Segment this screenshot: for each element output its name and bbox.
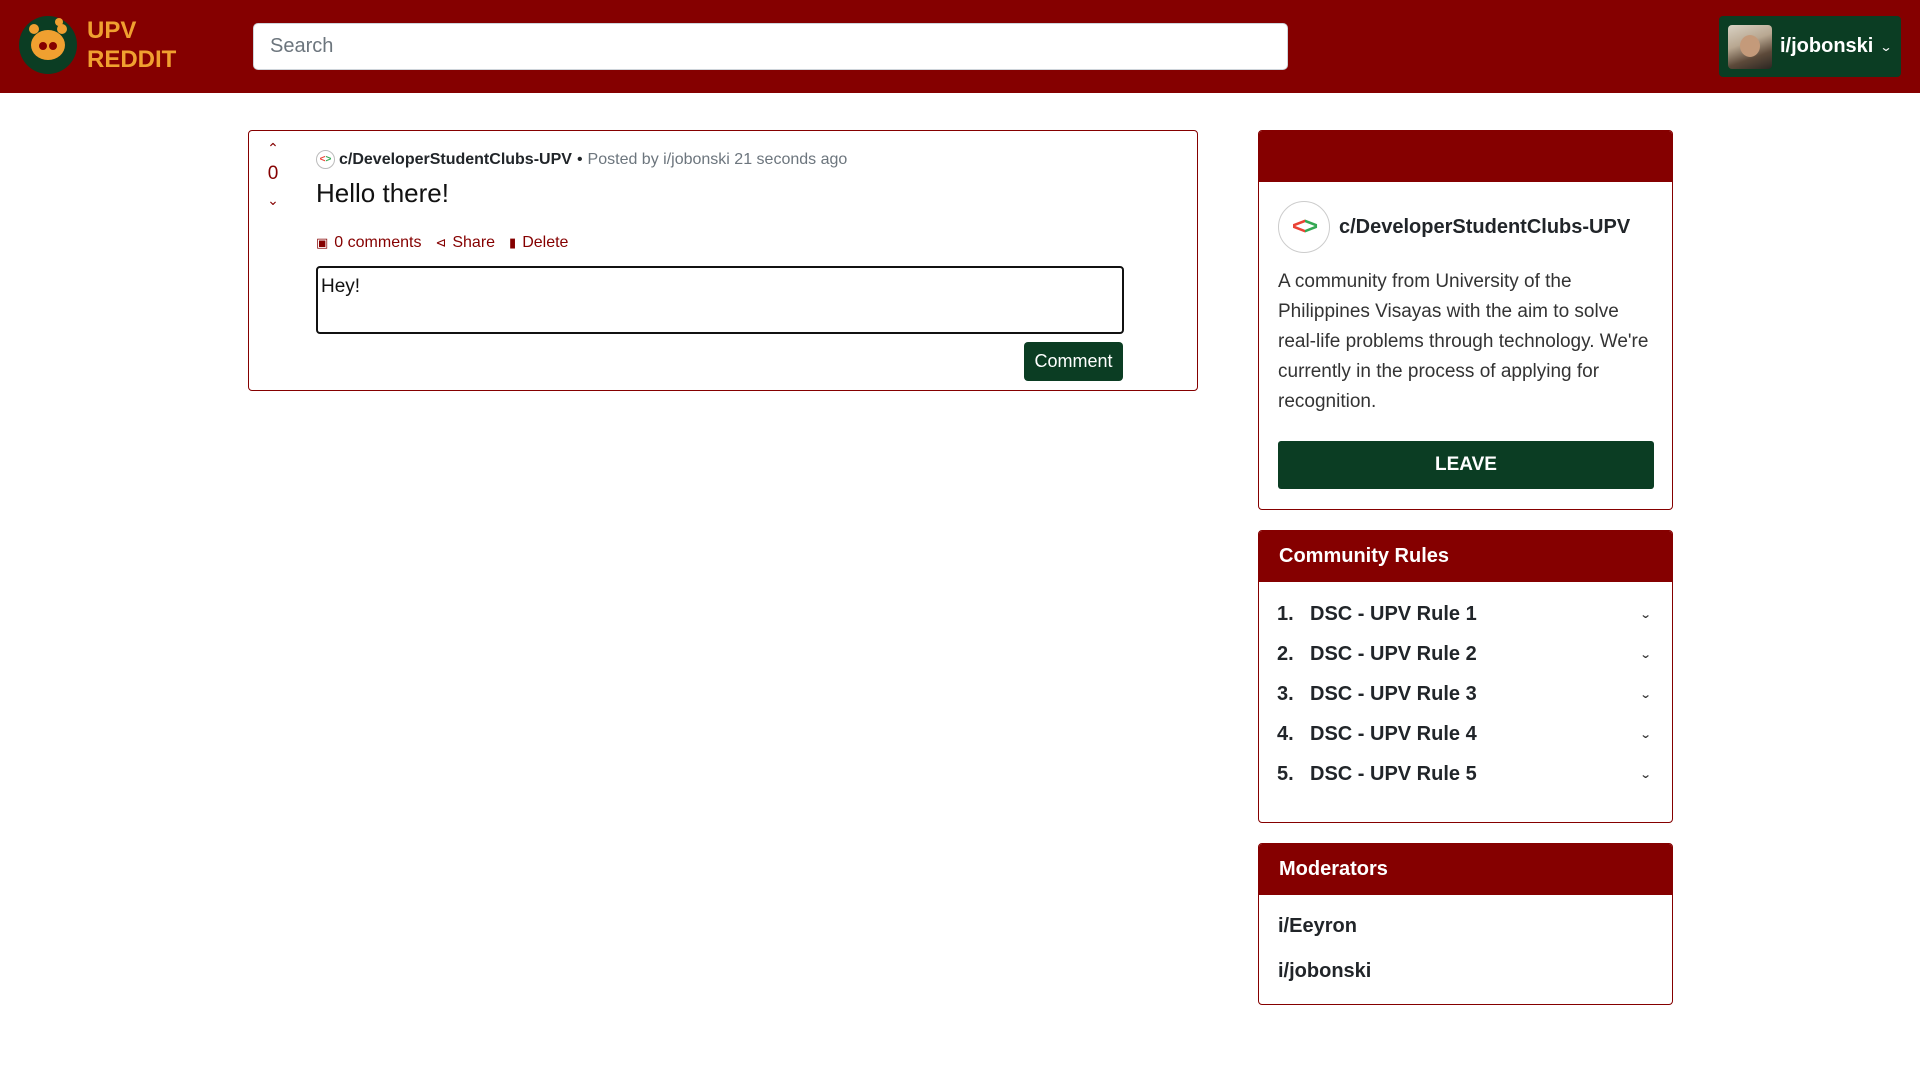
posted-by: Posted by i/jobonski 21 seconds ago [587, 150, 848, 168]
rules-list: 1. DSC - UPV Rule 1 ⌄ 2. DSC - UPV Rule … [1259, 582, 1672, 794]
vote-column: ⌃ 0 ⌄ [261, 139, 285, 209]
top-navbar: UPV REDDIT i/jobonski ⌄ [0, 0, 1920, 93]
reddit-logo-icon [19, 16, 77, 74]
rule-item[interactable]: 3. DSC - UPV Rule 3 ⌄ [1277, 674, 1654, 714]
trash-icon: ▮ [509, 235, 517, 250]
post-meta: < > c/DeveloperStudentClubs-UPV • Posted … [316, 150, 847, 169]
brand-name: UPV REDDIT [87, 16, 176, 74]
about-header [1259, 131, 1672, 182]
rule-number: 4. [1277, 722, 1294, 745]
brand-line-2: REDDIT [87, 46, 177, 73]
chevron-down-icon[interactable]: ⌄ [1639, 728, 1651, 741]
chevron-up-icon[interactable]: ⌃ [261, 139, 285, 157]
delete-button[interactable]: ▮ Delete [509, 234, 568, 252]
community-rules-card: Community Rules 1. DSC - UPV Rule 1 ⌄ 2.… [1258, 530, 1673, 823]
moderator-link[interactable]: i/jobonski [1278, 960, 1371, 983]
chevron-down-icon[interactable]: ⌄ [1639, 608, 1651, 621]
brand-link[interactable]: UPV REDDIT [19, 16, 176, 74]
chevron-down-icon[interactable]: ⌄ [1639, 688, 1651, 701]
rule-label: DSC - UPV Rule 3 [1310, 682, 1477, 705]
community-description: A community from University of the Phili… [1278, 271, 1649, 412]
share-label: Share [452, 234, 496, 251]
moderator-link[interactable]: i/Eeyron [1278, 915, 1357, 938]
chevron-down-icon[interactable]: ⌄ [1639, 768, 1651, 781]
chevron-down-icon[interactable]: ⌄ [261, 191, 285, 209]
vote-count: 0 [267, 163, 279, 184]
search-input[interactable] [253, 23, 1288, 70]
rule-label: DSC - UPV Rule 1 [1310, 602, 1477, 625]
share-icon: ⊲ [435, 235, 447, 250]
rule-label: DSC - UPV Rule 2 [1310, 642, 1477, 665]
delete-label: Delete [522, 234, 569, 251]
username-label: i/jobonski [1780, 35, 1874, 57]
rule-number: 1. [1277, 602, 1294, 625]
rule-number: 2. [1277, 642, 1294, 665]
avatar [1728, 24, 1772, 69]
community-name[interactable]: c/DeveloperStudentClubs-UPV [1339, 216, 1630, 239]
post-card: ⌃ 0 ⌄ < > c/DeveloperStudentClubs-UPV • P… [248, 130, 1198, 391]
comments-button[interactable]: ▣ 0 comments [316, 234, 421, 252]
community-about-card: < > c/DeveloperStudentClubs-UPV A communi… [1258, 130, 1673, 510]
rule-label: DSC - UPV Rule 4 [1310, 722, 1477, 745]
rule-number: 3. [1277, 682, 1294, 705]
comment-input[interactable] [316, 266, 1124, 334]
chevron-down-icon[interactable]: ⌄ [1639, 648, 1651, 661]
rule-item[interactable]: 2. DSC - UPV Rule 2 ⌄ [1277, 634, 1654, 674]
moderators-title: Moderators [1259, 844, 1672, 895]
community-logo-icon: < > [1278, 201, 1330, 253]
meta-bullet: • [576, 150, 583, 168]
post-actions: ▣ 0 comments ⊲ Share ▮ Delete [316, 234, 582, 252]
post-title: Hello there! [316, 178, 449, 208]
user-menu-button[interactable]: i/jobonski ⌄ [1719, 16, 1901, 77]
rules-title: Community Rules [1259, 531, 1672, 582]
community-link[interactable]: c/DeveloperStudentClubs-UPV [339, 151, 572, 169]
caret-down-icon: ⌄ [1879, 39, 1893, 54]
community-heading: < > c/DeveloperStudentClubs-UPV [1278, 201, 1630, 253]
comment-icon: ▣ [316, 235, 329, 250]
rule-item[interactable]: 4. DSC - UPV Rule 4 ⌄ [1277, 714, 1654, 754]
rule-item[interactable]: 1. DSC - UPV Rule 1 ⌄ [1277, 594, 1654, 634]
leave-button[interactable]: LEAVE [1278, 441, 1654, 489]
rule-number: 5. [1277, 762, 1294, 785]
rule-label: DSC - UPV Rule 5 [1310, 762, 1477, 785]
share-button[interactable]: ⊲ Share [435, 234, 495, 252]
comment-button[interactable]: Comment [1024, 342, 1123, 381]
brand-line-1: UPV [87, 17, 137, 44]
comments-label: 0 comments [334, 234, 422, 251]
moderators-card: Moderators i/Eeyron i/jobonski [1258, 843, 1673, 1005]
rule-item[interactable]: 5. DSC - UPV Rule 5 ⌄ [1277, 754, 1654, 794]
community-icon: < > [316, 150, 335, 169]
